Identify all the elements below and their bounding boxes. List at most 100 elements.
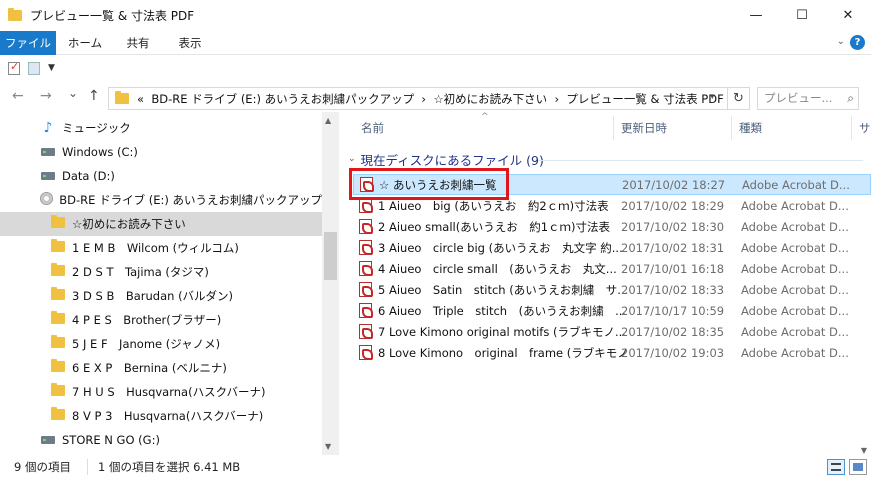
table-row[interactable]: 2 Aiueo small(あいうえお 約1ｃｍ)寸法表 2017/10/02 … <box>353 216 871 237</box>
file-name: 7 Love Kimono original motifs (ラブキモノ... <box>378 324 626 339</box>
breadcrumb-current[interactable]: プレビュー一覧 & 寸法表 PDF <box>566 91 723 107</box>
search-placeholder: プレビュー... <box>764 91 833 105</box>
collapse-chevron-icon[interactable]: ⌄ <box>348 154 356 164</box>
file-date: 2017/10/02 18:29 <box>621 198 725 213</box>
address-dropdown-icon[interactable]: ▾ <box>710 92 715 102</box>
window-title: プレビュー一覧 & 寸法表 PDF <box>30 9 195 23</box>
sidebar-item-exp[interactable]: 6 E X P Bernina (ベルニナ) <box>0 356 322 380</box>
status-bar: 9 個の項目 1 個の項目を選択 6.41 MB <box>0 455 871 479</box>
folder-icon <box>51 239 65 252</box>
file-name: 5 Aiueo Satin stitch (あいうえお刺繍 サ... <box>378 282 629 297</box>
address-bar[interactable]: « BD-RE ドライブ (E:) あいうえお刺繍パックアップ › ☆初めにお読… <box>108 87 728 110</box>
sidebar-item-dst[interactable]: 2 D S T Tajima (タジマ) <box>0 260 322 284</box>
tab-file[interactable]: ファイル <box>0 31 56 55</box>
column-divider[interactable] <box>731 116 732 140</box>
chevron-down-icon[interactable]: ⌄ <box>837 36 845 47</box>
column-header-type[interactable]: 種類 <box>739 112 762 144</box>
sidebar-item-emb[interactable]: 1 E M B Wilcom (ウィルコム) <box>0 236 322 260</box>
sidebar-item-label: 5 J E F Janome (ジャノメ) <box>72 337 221 351</box>
group-divider <box>538 160 863 161</box>
navigation-pane: ♪ ミュージック Windows (C:) Data (D:) BD-RE ドラ… <box>0 112 340 455</box>
sidebar-item-windows-c[interactable]: Windows (C:) <box>0 140 322 164</box>
new-folder-icon[interactable] <box>28 61 40 75</box>
scroll-down-icon[interactable]: ▼ <box>325 442 331 451</box>
sidebar-item-label: Windows (C:) <box>62 145 138 159</box>
group-header[interactable]: ⌄ 現在ディスクにあるファイル (9) <box>348 150 544 168</box>
path-prefix[interactable]: « <box>137 92 144 106</box>
sidebar-item-dsb[interactable]: 3 D S B Barudan (バルダン) <box>0 284 322 308</box>
column-header-date[interactable]: 更新日時 <box>621 112 667 144</box>
file-type: Adobe Acrobat D... <box>741 324 849 339</box>
file-name: 6 Aiueo Triple stitch (あいうえお刺繍 ... <box>378 303 627 318</box>
scroll-down-icon[interactable]: ▼ <box>861 446 867 455</box>
sidebar-item-data-d[interactable]: Data (D:) <box>0 164 322 188</box>
sidebar-item-vp3[interactable]: 8 V P 3 Husqvarna(ハスクバーナ) <box>0 404 322 428</box>
search-icon: ⌕ <box>847 91 854 105</box>
quick-access-toolbar: ▼ <box>0 56 871 80</box>
pdf-file-icon <box>359 345 373 360</box>
table-row[interactable]: 8 Love Kimono original frame (ラブキモノ... 2… <box>353 342 871 363</box>
file-type: Adobe Acrobat D... <box>741 240 849 255</box>
tab-share[interactable]: 共有 <box>114 31 162 55</box>
file-type: Adobe Acrobat D... <box>741 303 849 318</box>
up-button[interactable]: ↑ <box>88 88 100 104</box>
table-row[interactable]: 6 Aiueo Triple stitch (あいうえお刺繍 ... 2017/… <box>353 300 871 321</box>
selection-info: 1 個の項目を選択 6.41 MB <box>86 459 240 475</box>
sidebar-item-bd-re-drive[interactable]: BD-RE ドライブ (E:) あいうえお刺繍パックアップ <box>0 188 322 212</box>
tab-home[interactable]: ホーム <box>60 31 110 55</box>
minimize-button[interactable]: — <box>733 0 779 31</box>
sidebar-item-label: ☆初めにお読み下さい <box>72 217 186 231</box>
column-header-name[interactable]: 名前 <box>361 112 384 144</box>
forward-button[interactable]: → <box>40 88 52 104</box>
table-row[interactable]: 3 Aiueo circle big (あいうえお 丸文字 約... 2017/… <box>353 237 871 258</box>
large-icons-view-button[interactable] <box>849 459 867 475</box>
file-date: 2017/10/02 18:33 <box>621 282 725 297</box>
folder-icon <box>51 263 65 276</box>
file-date: 2017/10/02 18:27 <box>622 177 726 192</box>
file-type: Adobe Acrobat D... <box>741 345 849 360</box>
column-divider[interactable] <box>851 116 852 140</box>
recent-locations-button[interactable]: ⌄ <box>68 86 78 100</box>
drive-icon <box>41 172 55 180</box>
sidebar-scrollbar[interactable]: ▲ ▼ <box>322 112 339 455</box>
details-view-button[interactable] <box>827 459 845 475</box>
ribbon-tabs: ファイル ホーム 共有 表示 ⌄ ? <box>0 31 871 55</box>
highlight-box <box>349 168 509 200</box>
file-date: 2017/10/02 18:31 <box>621 240 725 255</box>
table-row[interactable]: 4 Aiueo circle small (あいうえお 丸文... 2017/1… <box>353 258 871 279</box>
sidebar-item-label: Data (D:) <box>62 169 115 183</box>
scrollbar-thumb[interactable] <box>324 232 337 280</box>
sort-ascending-icon: ^ <box>481 112 489 122</box>
item-count: 9 個の項目 <box>14 460 71 474</box>
breadcrumb-readme[interactable]: ☆初めにお読み下さい <box>433 91 547 107</box>
file-date: 2017/10/02 19:03 <box>621 345 725 360</box>
sidebar-item-pes[interactable]: 4 P E S Brother(ブラザー) <box>0 308 322 332</box>
sidebar-item-readme[interactable]: ☆初めにお読み下さい <box>0 212 322 236</box>
sidebar-item-jef[interactable]: 5 J E F Janome (ジャノメ) <box>0 332 322 356</box>
properties-icon[interactable] <box>8 60 20 75</box>
folder-icon <box>115 91 129 104</box>
table-row[interactable]: 5 Aiueo Satin stitch (あいうえお刺繍 サ... 2017/… <box>353 279 871 300</box>
pdf-file-icon <box>359 219 373 234</box>
breadcrumb-drive[interactable]: BD-RE ドライブ (E:) あいうえお刺繍パックアップ <box>151 91 414 107</box>
column-header-size[interactable]: サ <box>859 112 871 144</box>
back-button[interactable]: ← <box>12 88 24 104</box>
view-switcher <box>823 459 867 475</box>
sidebar-item-store-n-go[interactable]: STORE N GO (G:) <box>0 428 322 452</box>
file-type: Adobe Acrobat D... <box>742 177 850 192</box>
folder-icon <box>51 383 65 396</box>
sidebar-item-label: 3 D S B Barudan (バルダン) <box>72 289 234 303</box>
scroll-up-icon[interactable]: ▲ <box>325 116 331 125</box>
table-row[interactable]: 7 Love Kimono original motifs (ラブキモノ... … <box>353 321 871 342</box>
large-icons-view-icon <box>853 463 863 471</box>
sidebar-item-music[interactable]: ♪ ミュージック <box>0 116 322 140</box>
refresh-button[interactable]: ↻ <box>728 87 750 110</box>
column-divider[interactable] <box>613 116 614 140</box>
help-icon[interactable]: ? <box>850 35 865 50</box>
maximize-button[interactable]: ☐ <box>779 0 825 31</box>
customize-toolbar-icon[interactable]: ▼ <box>48 63 55 73</box>
tab-view[interactable]: 表示 <box>166 31 214 55</box>
close-button[interactable]: ✕ <box>825 0 871 31</box>
search-input[interactable]: プレビュー... ⌕ <box>757 87 859 110</box>
sidebar-item-hus[interactable]: 7 H U S Husqvarna(ハスクバーナ) <box>0 380 322 404</box>
